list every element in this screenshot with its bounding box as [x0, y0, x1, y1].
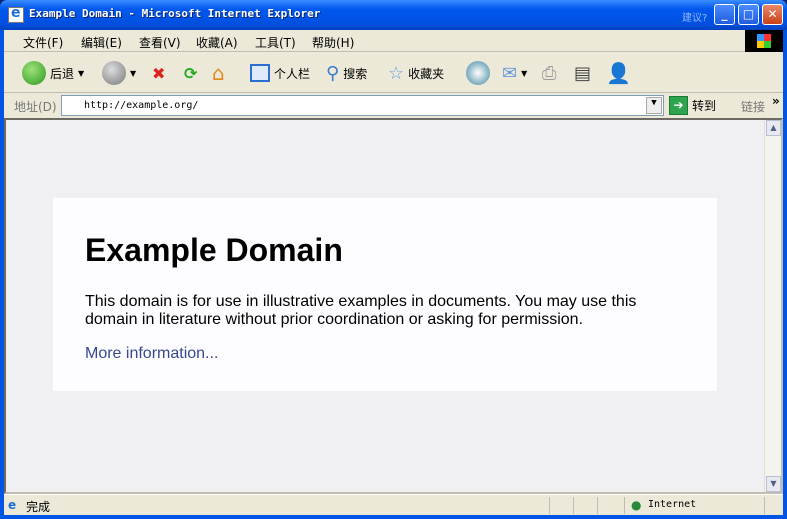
content-card: Example Domain This domain is for use in…: [53, 198, 717, 391]
security-zone: Internet: [648, 499, 697, 510]
print-button[interactable]: ⎙: [542, 59, 556, 87]
personal-bar-label: 个人栏: [274, 66, 311, 81]
personal-bar-button[interactable]: 个人栏: [250, 59, 310, 87]
page-heading: Example Domain: [85, 232, 343, 268]
ie-window: Example Domain - Microsoft Internet Expl…: [0, 0, 787, 519]
page-paragraph: This domain is for use in illustrative e…: [85, 293, 637, 328]
address-url[interactable]: http://example.org/: [84, 100, 198, 111]
address-dropdown[interactable]: ▼: [646, 97, 662, 114]
links-toolbar[interactable]: 链接: [741, 98, 765, 115]
mail-button[interactable]: ✉ ▼: [502, 59, 527, 87]
title-bar: Example Domain - Microsoft Internet Expl…: [0, 0, 787, 30]
refresh-button[interactable]: ⟳: [184, 59, 197, 87]
standard-toolbar: 后退 ▼ ▼ ✖ ⟳ ⌂ 个人栏 ⚲ 搜索 ☆ 收藏夹 ✉ ▼ ⎙ ▤ 👤: [4, 53, 783, 93]
menu-bar: 文件(F) 编辑(E) 查看(V) 收藏(A) 工具(T) 帮助(H): [4, 30, 783, 52]
scroll-down-button[interactable]: ▼: [766, 476, 781, 492]
discuss-button[interactable]: ▤: [574, 59, 591, 87]
messenger-icon: 👤: [606, 61, 631, 85]
more-information-link[interactable]: More information...: [85, 345, 685, 363]
maximize-button[interactable]: □: [738, 4, 759, 25]
page-viewport: Example Domain This domain is for use in…: [4, 118, 783, 494]
page-done-icon: e: [8, 498, 17, 512]
address-input[interactable]: http://example.org/ ▼: [61, 95, 664, 116]
menu-tools[interactable]: 工具(T): [255, 34, 296, 51]
vertical-scrollbar[interactable]: ▲ ▼: [764, 120, 781, 492]
forward-arrow-icon: [102, 61, 126, 85]
menu-view[interactable]: 查看(V): [139, 34, 181, 51]
printer-icon: ⎙: [542, 62, 557, 84]
menu-file[interactable]: 文件(F): [23, 34, 63, 51]
home-icon: ⌂: [212, 61, 225, 85]
globe-icon: ●: [631, 498, 642, 512]
history-button[interactable]: [466, 59, 490, 87]
discuss-icon: ▤: [574, 62, 592, 84]
back-button[interactable]: 后退 ▼: [22, 59, 84, 87]
search-label: 搜索: [343, 66, 368, 81]
search-icon: ⚲: [326, 62, 340, 84]
personal-bar-icon: [250, 64, 270, 82]
history-icon: [466, 61, 490, 85]
menu-favorites[interactable]: 收藏(A): [196, 34, 238, 51]
address-label: 地址(D): [14, 100, 57, 114]
minimize-button[interactable]: _: [714, 4, 735, 25]
refresh-icon: ⟳: [184, 63, 198, 83]
home-button[interactable]: ⌂: [212, 59, 225, 87]
go-arrow-icon: ➔: [669, 96, 688, 115]
back-arrow-icon: [22, 61, 46, 85]
close-button[interactable]: ✕: [762, 4, 783, 25]
status-bar: e 完成 ● Internet: [4, 494, 783, 515]
favorites-button[interactable]: ☆ 收藏夹: [388, 59, 444, 87]
ie-page-icon: [8, 5, 24, 23]
stop-button[interactable]: ✖: [152, 59, 165, 87]
mail-icon: ✉: [502, 62, 518, 84]
window-title: Example Domain - Microsoft Internet Expl…: [29, 7, 321, 20]
scroll-up-button[interactable]: ▲: [766, 120, 781, 136]
go-button[interactable]: ➔ 转到: [669, 96, 716, 115]
suggest-link[interactable]: 建议?: [682, 9, 707, 24]
menu-help[interactable]: 帮助(H): [312, 34, 354, 51]
forward-button[interactable]: ▼: [102, 59, 136, 87]
links-chevron[interactable]: »: [772, 94, 780, 108]
status-text: 完成: [26, 500, 51, 514]
messenger-button[interactable]: 👤: [606, 59, 631, 87]
go-label: 转到: [692, 99, 717, 113]
back-label: 后退: [50, 66, 75, 81]
windows-logo: [745, 30, 783, 52]
menu-edit[interactable]: 编辑(E): [81, 34, 122, 51]
favorites-label: 收藏夹: [408, 66, 445, 81]
address-bar: 地址(D) http://example.org/ ▼ ➔ 转到 链接 »: [4, 94, 783, 118]
stop-icon: ✖: [152, 63, 166, 83]
search-button[interactable]: ⚲ 搜索: [326, 59, 367, 87]
star-icon: ☆: [388, 62, 405, 84]
